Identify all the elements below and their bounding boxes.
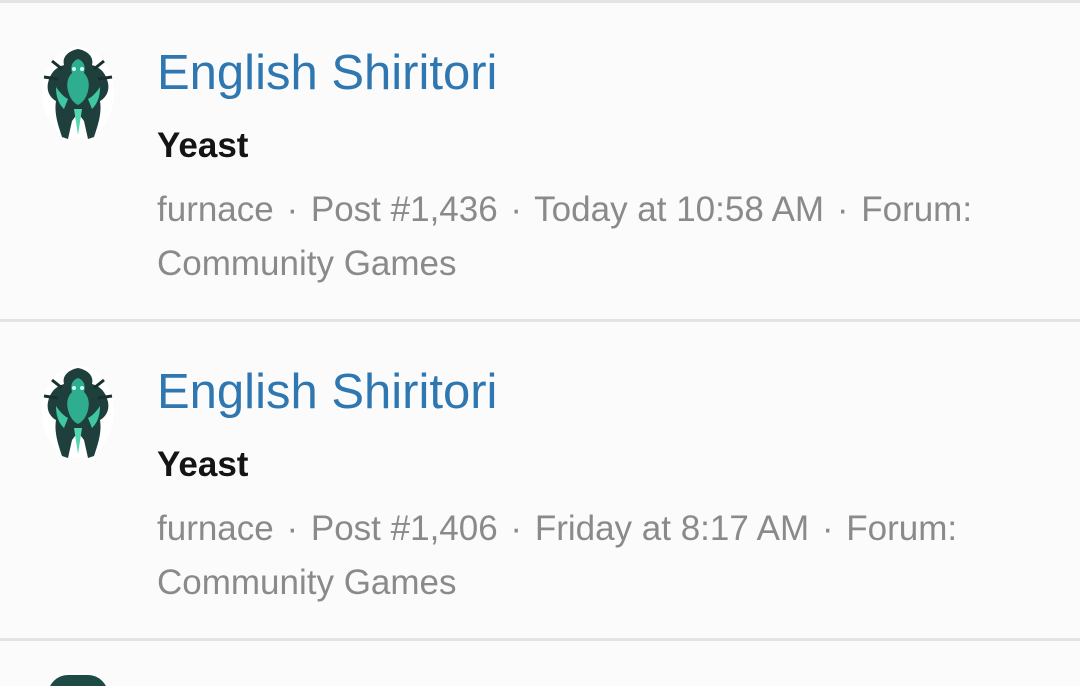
forum-label: Forum: (846, 509, 958, 548)
post-snippet: Yeast (157, 126, 249, 165)
thread-title-link[interactable]: English Shiritori (157, 360, 497, 424)
post-number-link[interactable]: Post #1,436 (311, 190, 498, 229)
search-result-item[interactable]: English Shiritori Yeast furnace · Post #… (0, 322, 1080, 638)
post-meta: furnace · Post #1,406 · Friday at 8:17 A… (157, 502, 1057, 610)
meta-separator: · (836, 190, 849, 229)
post-meta: furnace · Post #1,436 · Today at 10:58 A… (157, 183, 1057, 291)
meta-separator: · (286, 509, 299, 548)
forum-link[interactable]: Community Games (157, 244, 457, 283)
author-link[interactable]: furnace (157, 190, 274, 229)
forum-label: Forum: (861, 190, 973, 229)
meta-separator: · (510, 190, 523, 229)
forum-link[interactable]: Community Games (157, 563, 457, 602)
search-result-item-partial[interactable] (0, 641, 1080, 686)
post-time: Today at 10:58 AM (534, 190, 825, 229)
post-number-link[interactable]: Post #1,406 (311, 509, 498, 548)
post-snippet: Yeast (157, 445, 249, 484)
post-time: Friday at 8:17 AM (534, 509, 810, 548)
avatar-icon[interactable] (38, 43, 118, 143)
search-result-item[interactable]: English Shiritori Yeast furnace · Post #… (0, 3, 1080, 319)
meta-separator: · (286, 190, 299, 229)
thread-title-link[interactable]: English Shiritori (157, 41, 497, 105)
search-results-list: English Shiritori Yeast furnace · Post #… (0, 0, 1080, 686)
author-link[interactable]: furnace (157, 509, 274, 548)
meta-separator: · (821, 509, 834, 548)
avatar-icon[interactable] (48, 675, 108, 686)
meta-separator: · (510, 509, 523, 548)
avatar-icon[interactable] (38, 362, 118, 462)
